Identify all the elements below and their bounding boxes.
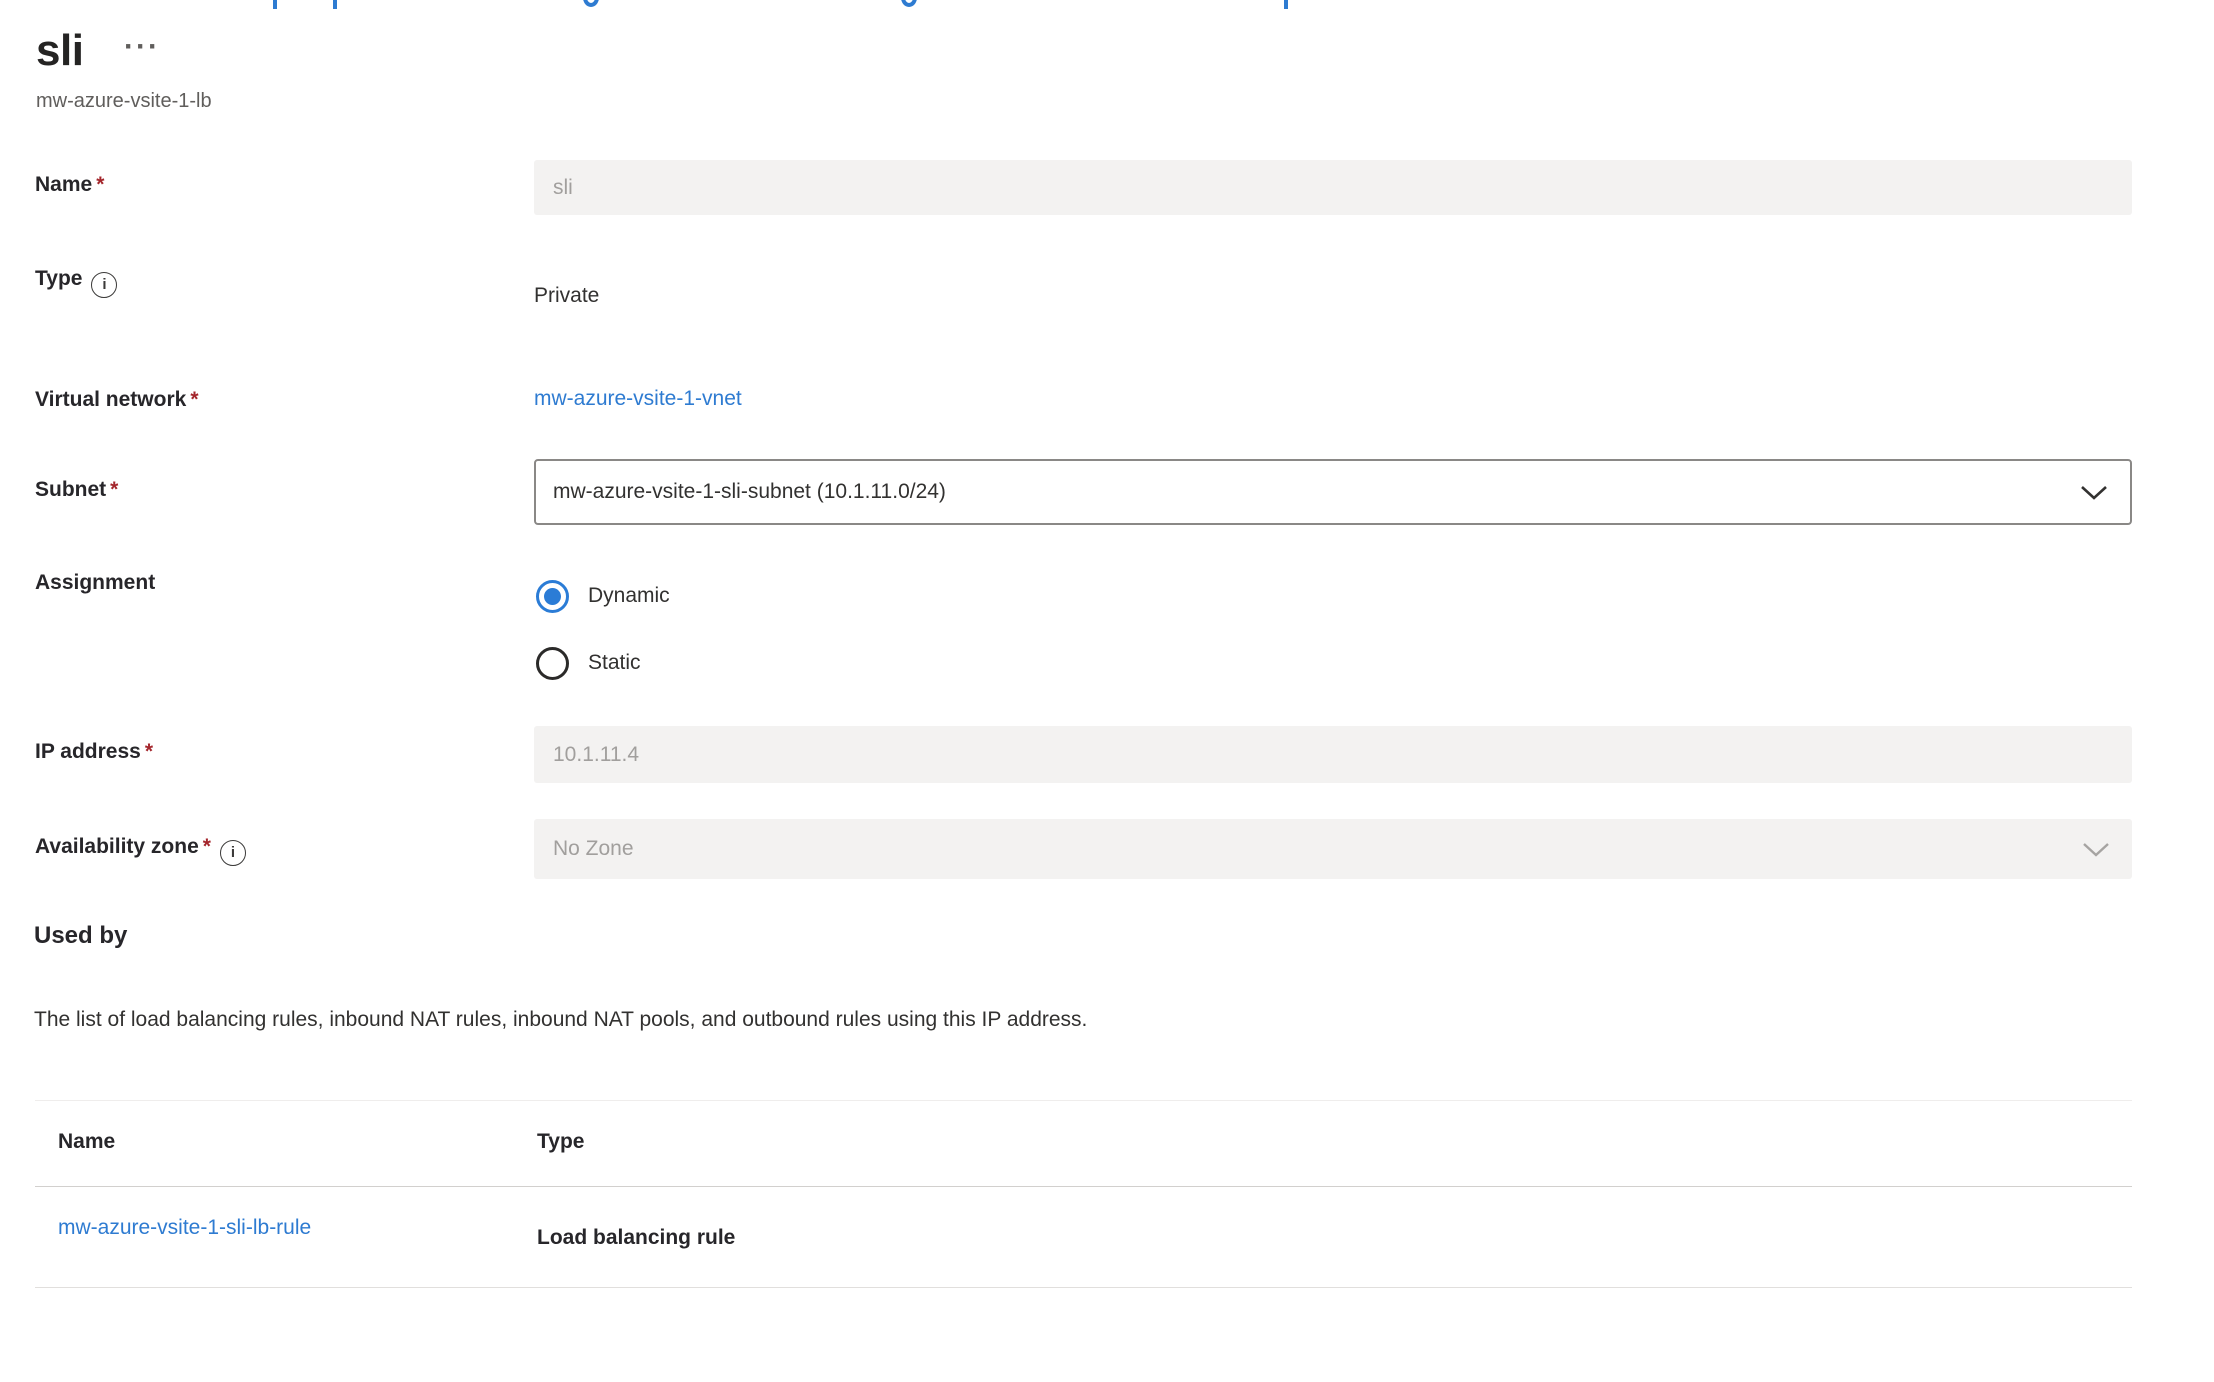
column-header-name: Name (58, 1130, 115, 1154)
clipped-link-fragment (273, 0, 277, 9)
column-header-type: Type (537, 1130, 584, 1154)
more-options-button[interactable]: ··· (124, 30, 160, 64)
virtual-network-link[interactable]: mw-azure-vsite-1-vnet (534, 387, 742, 410)
name-input (534, 160, 2132, 215)
subnet-selected-value: mw-azure-vsite-1-sli-subnet (10.1.11.0/2… (553, 480, 946, 504)
ip-address-label: IP address* (35, 739, 153, 765)
availability-zone-label: Availability zone*i (35, 834, 246, 866)
rule-link[interactable]: mw-azure-vsite-1-sli-lb-rule (58, 1216, 311, 1239)
rule-type-cell: Load balancing rule (537, 1226, 735, 1250)
availability-zone-value: No Zone (553, 837, 634, 861)
table-bottom-border (35, 1287, 2132, 1288)
table-row: mw-azure-vsite-1-sli-lb-rule (58, 1216, 311, 1240)
radio-label-dynamic: Dynamic (588, 584, 670, 608)
info-icon[interactable]: i (220, 840, 246, 866)
type-value: Private (534, 284, 2132, 308)
clipped-link-fragment (333, 0, 337, 9)
frontend-ip-configuration-page: sli ··· mw-azure-vsite-1-lb Name* Typei … (0, 0, 2214, 1382)
chevron-down-icon (2080, 485, 2108, 500)
used-by-table: Name Type mw-azure-vsite-1-sli-lb-rule L… (35, 1096, 2132, 1292)
assignment-radio-dynamic[interactable]: Dynamic (536, 579, 670, 613)
radio-selected-icon (536, 580, 569, 613)
availability-zone-select: No Zone (534, 819, 2132, 879)
used-by-description: The list of load balancing rules, inboun… (34, 1008, 1087, 1032)
required-asterisk: * (199, 835, 211, 858)
radio-unselected-icon (536, 647, 569, 680)
clipped-breadcrumb (0, 0, 2214, 10)
chevron-down-icon (2082, 842, 2110, 857)
page-subtitle: mw-azure-vsite-1-lb (36, 90, 212, 113)
ip-address-input (534, 726, 2132, 783)
clipped-link-fragment (1284, 0, 1288, 9)
table-top-border (35, 1100, 2132, 1101)
radio-label-static: Static (588, 651, 641, 675)
used-by-heading: Used by (34, 922, 127, 950)
table-header-divider (35, 1186, 2132, 1187)
virtual-network-label: Virtual network* (35, 387, 199, 413)
subnet-select[interactable]: mw-azure-vsite-1-sli-subnet (10.1.11.0/2… (534, 459, 2132, 525)
page-title: sli (36, 26, 83, 76)
required-asterisk: * (106, 478, 118, 501)
type-label: Typei (35, 266, 117, 298)
required-asterisk: * (92, 173, 104, 196)
required-asterisk: * (186, 388, 198, 411)
required-asterisk: * (141, 740, 153, 763)
assignment-radio-static[interactable]: Static (536, 646, 641, 680)
subnet-label: Subnet* (35, 477, 118, 503)
clipped-link-fragment (901, 0, 917, 7)
assignment-label: Assignment (35, 570, 155, 596)
info-icon[interactable]: i (91, 272, 117, 298)
clipped-link-fragment (583, 0, 599, 7)
name-label: Name* (35, 172, 104, 198)
